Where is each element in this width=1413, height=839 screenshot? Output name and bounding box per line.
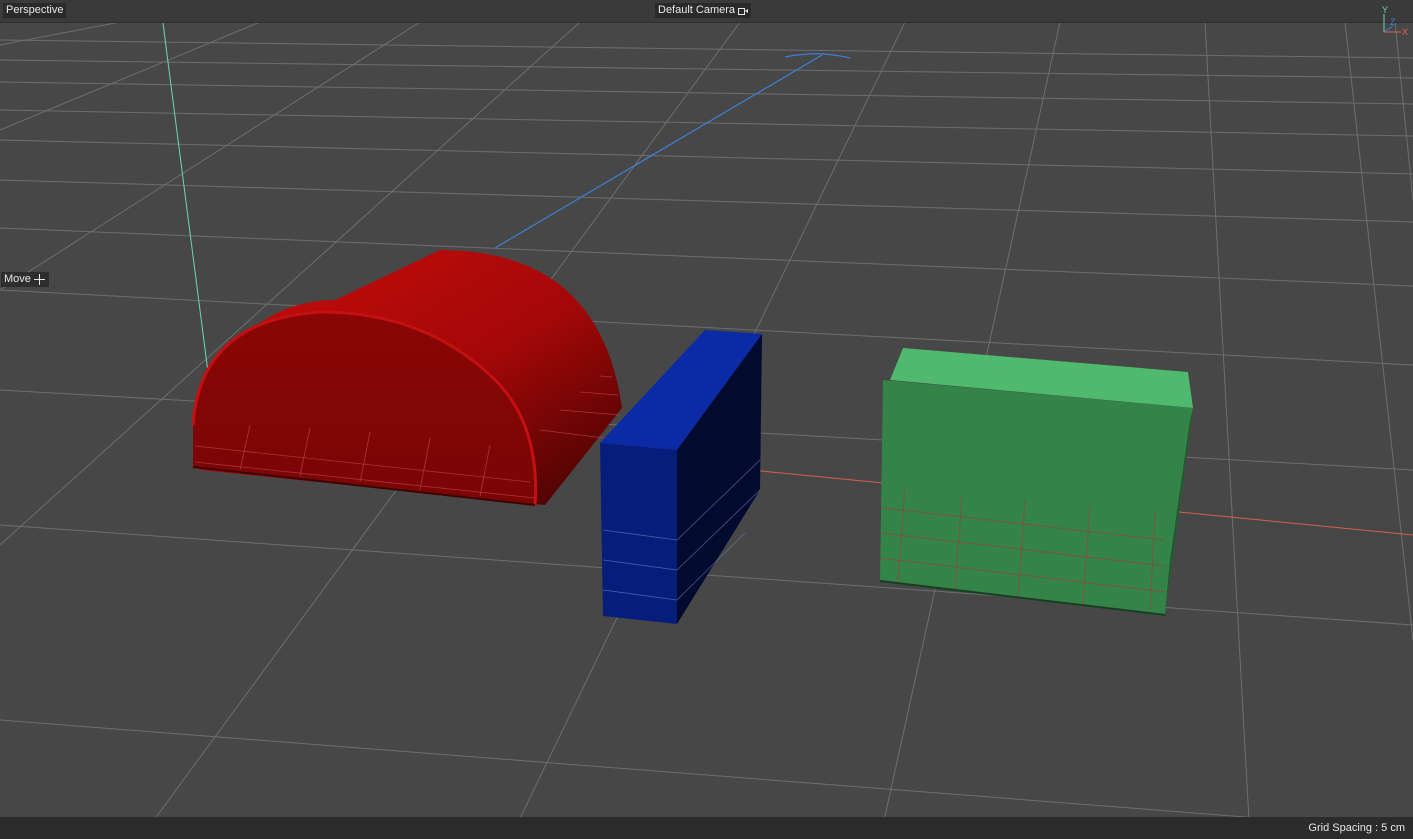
viewport-header: Perspective Default Camera Y Z X <box>0 0 1413 36</box>
green-box-object[interactable] <box>879 348 1193 616</box>
axis-gizmo[interactable]: Y Z X <box>1379 4 1409 36</box>
camera-icon <box>738 7 749 15</box>
view-mode-label[interactable]: Perspective <box>3 3 67 18</box>
gizmo-z-label: Z <box>1390 17 1396 27</box>
z-axis-line <box>494 54 823 249</box>
camera-name: Default Camera <box>658 4 736 16</box>
3d-viewport[interactable]: Perspective Default Camera Y Z X Move Gr… <box>0 0 1413 839</box>
move-icon <box>33 274 45 285</box>
grid-spacing-readout: Grid Spacing : 5 cm <box>1308 822 1405 834</box>
half-cylinder-object[interactable] <box>191 250 622 506</box>
blue-box-object[interactable] <box>600 330 762 624</box>
tool-name: Move <box>4 273 31 285</box>
camera-selector[interactable]: Default Camera <box>655 3 752 18</box>
scene-canvas[interactable] <box>0 0 1413 839</box>
gizmo-y-label: Y <box>1382 5 1388 15</box>
y-axis-line <box>159 0 210 381</box>
status-bar: Grid Spacing : 5 cm <box>0 817 1413 839</box>
gizmo-x-label: X <box>1402 27 1408 36</box>
active-tool-label: Move <box>1 272 49 287</box>
